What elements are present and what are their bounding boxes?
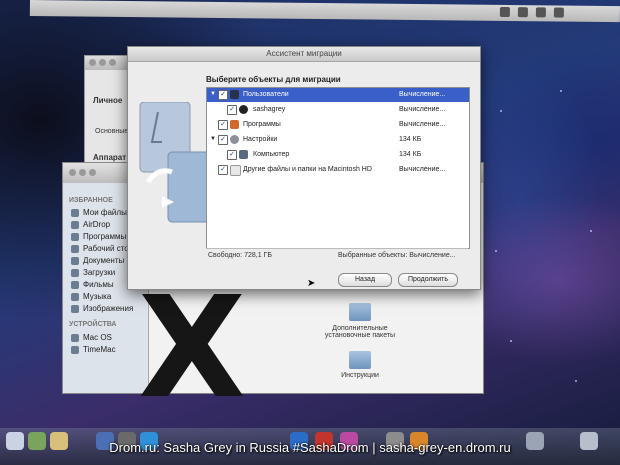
migration-items-list: ▼ ✓ Пользователи Вычисление... ✓ sashagr… — [206, 87, 470, 249]
osx-lion-x-logo: X — [138, 267, 246, 430]
sidebar-item-documents[interactable]: Документы — [71, 256, 124, 265]
disclosure-triangle-icon[interactable]: ▼ — [210, 91, 216, 97]
folder-label-packages: Дополнительные установочные пакеты — [324, 325, 396, 339]
applications-icon — [230, 120, 239, 129]
checkbox-sashagrey[interactable]: ✓ — [227, 105, 237, 115]
list-item-settings[interactable]: ▼ ✓ Настройки 134 КБ — [207, 133, 469, 147]
sidebar-item-movies[interactable]: Фильмы — [71, 280, 114, 289]
close-icon[interactable] — [69, 169, 76, 176]
list-item-other-files[interactable]: ✓ Другие файлы и папки на Macintosh HD В… — [207, 163, 469, 177]
gear-icon — [230, 135, 239, 144]
sidebar-item-applications[interactable]: Программы — [71, 232, 126, 241]
sidebar-item-pictures[interactable]: Изображения — [71, 304, 133, 313]
volume-icon[interactable] — [535, 7, 546, 18]
migration-assistant-dialog: Ассистент миграции Выберите объекты для … — [127, 46, 481, 290]
section-label: Личное — [93, 96, 123, 105]
checkbox-computer[interactable]: ✓ — [227, 150, 237, 160]
dialog-heading: Выберите объекты для миграции — [206, 75, 341, 84]
hardware-label: Аппарат — [93, 153, 127, 162]
list-item-applications[interactable]: ✓ Программы Вычисление... — [207, 118, 469, 132]
dialog-title: Ассистент миграции — [128, 47, 480, 62]
free-space-text: Свободно: 728,1 ГБ — [208, 252, 272, 259]
my-files-icon — [71, 208, 79, 217]
list-item-users[interactable]: ▼ ✓ Пользователи Вычисление... — [207, 88, 469, 102]
back-button[interactable]: Назад — [338, 273, 392, 287]
battery-icon[interactable] — [553, 7, 564, 18]
movies-icon — [71, 280, 79, 289]
sidebar-item-my-files[interactable]: Мои файлы — [71, 208, 127, 217]
dialog-footer: Свободно: 728,1 ГБ Выбранные объекты: Вы… — [206, 248, 468, 261]
migration-assistant-icon — [139, 102, 213, 223]
general-pref-label[interactable]: Основные — [95, 128, 128, 135]
zoom-icon[interactable] — [109, 59, 116, 66]
minimize-icon[interactable] — [99, 59, 106, 66]
computer-icon — [239, 150, 248, 159]
users-icon — [230, 90, 239, 99]
checkbox-users[interactable]: ✓ — [218, 90, 228, 100]
close-icon[interactable] — [89, 59, 96, 66]
sidebar-item-desktop[interactable]: Рабочий стол — [71, 244, 133, 253]
devices-header: УСТРОЙСТВА — [69, 321, 117, 328]
airdrop-icon — [71, 220, 79, 229]
folder-icon[interactable] — [349, 303, 371, 321]
menu-status-icon[interactable] — [499, 6, 510, 18]
favorites-header: ИЗБРАННОЕ — [69, 197, 113, 204]
wifi-icon[interactable] — [517, 7, 528, 18]
hard-drive-icon — [71, 333, 79, 342]
selected-objects-text: Выбранные объекты: Вычисление... — [338, 252, 456, 259]
checkbox-applications[interactable]: ✓ — [218, 120, 228, 130]
downloads-icon — [71, 268, 79, 277]
folder-label-instructions: Инструкции — [341, 372, 379, 379]
hard-drive-icon — [71, 345, 79, 354]
list-item-sashagrey[interactable]: ✓ sashagrey Вычисление... — [207, 103, 469, 117]
list-item-computer[interactable]: ✓ Компьютер 134 КБ — [207, 148, 469, 162]
sidebar-item-timemac[interactable]: TimeMac — [71, 345, 116, 354]
user-avatar-icon — [239, 105, 248, 114]
checkbox-settings[interactable]: ✓ — [218, 135, 228, 145]
pictures-icon — [71, 304, 79, 313]
folder-icon[interactable] — [349, 351, 371, 369]
watermark-caption: Drom.ru: Sasha Grey in Russia #SashaDrom… — [109, 440, 511, 455]
applications-icon — [71, 232, 79, 241]
sidebar-item-airdrop[interactable]: AirDrop — [71, 220, 110, 229]
music-icon — [71, 292, 79, 301]
sidebar-item-macos[interactable]: Mac OS — [71, 333, 112, 342]
sidebar-item-downloads[interactable]: Загрузки — [71, 268, 115, 277]
checkbox-other-files[interactable]: ✓ — [218, 165, 228, 175]
zoom-icon[interactable] — [89, 169, 96, 176]
desktop-icon — [71, 244, 79, 253]
document-icon — [230, 165, 241, 176]
sidebar-item-music[interactable]: Музыка — [71, 292, 111, 301]
documents-icon — [71, 256, 79, 265]
continue-button[interactable]: Продолжить — [398, 273, 458, 287]
disclosure-triangle-icon[interactable]: ▼ — [210, 136, 216, 142]
mouse-cursor-icon: ➤ — [307, 278, 316, 289]
minimize-icon[interactable] — [79, 169, 86, 176]
